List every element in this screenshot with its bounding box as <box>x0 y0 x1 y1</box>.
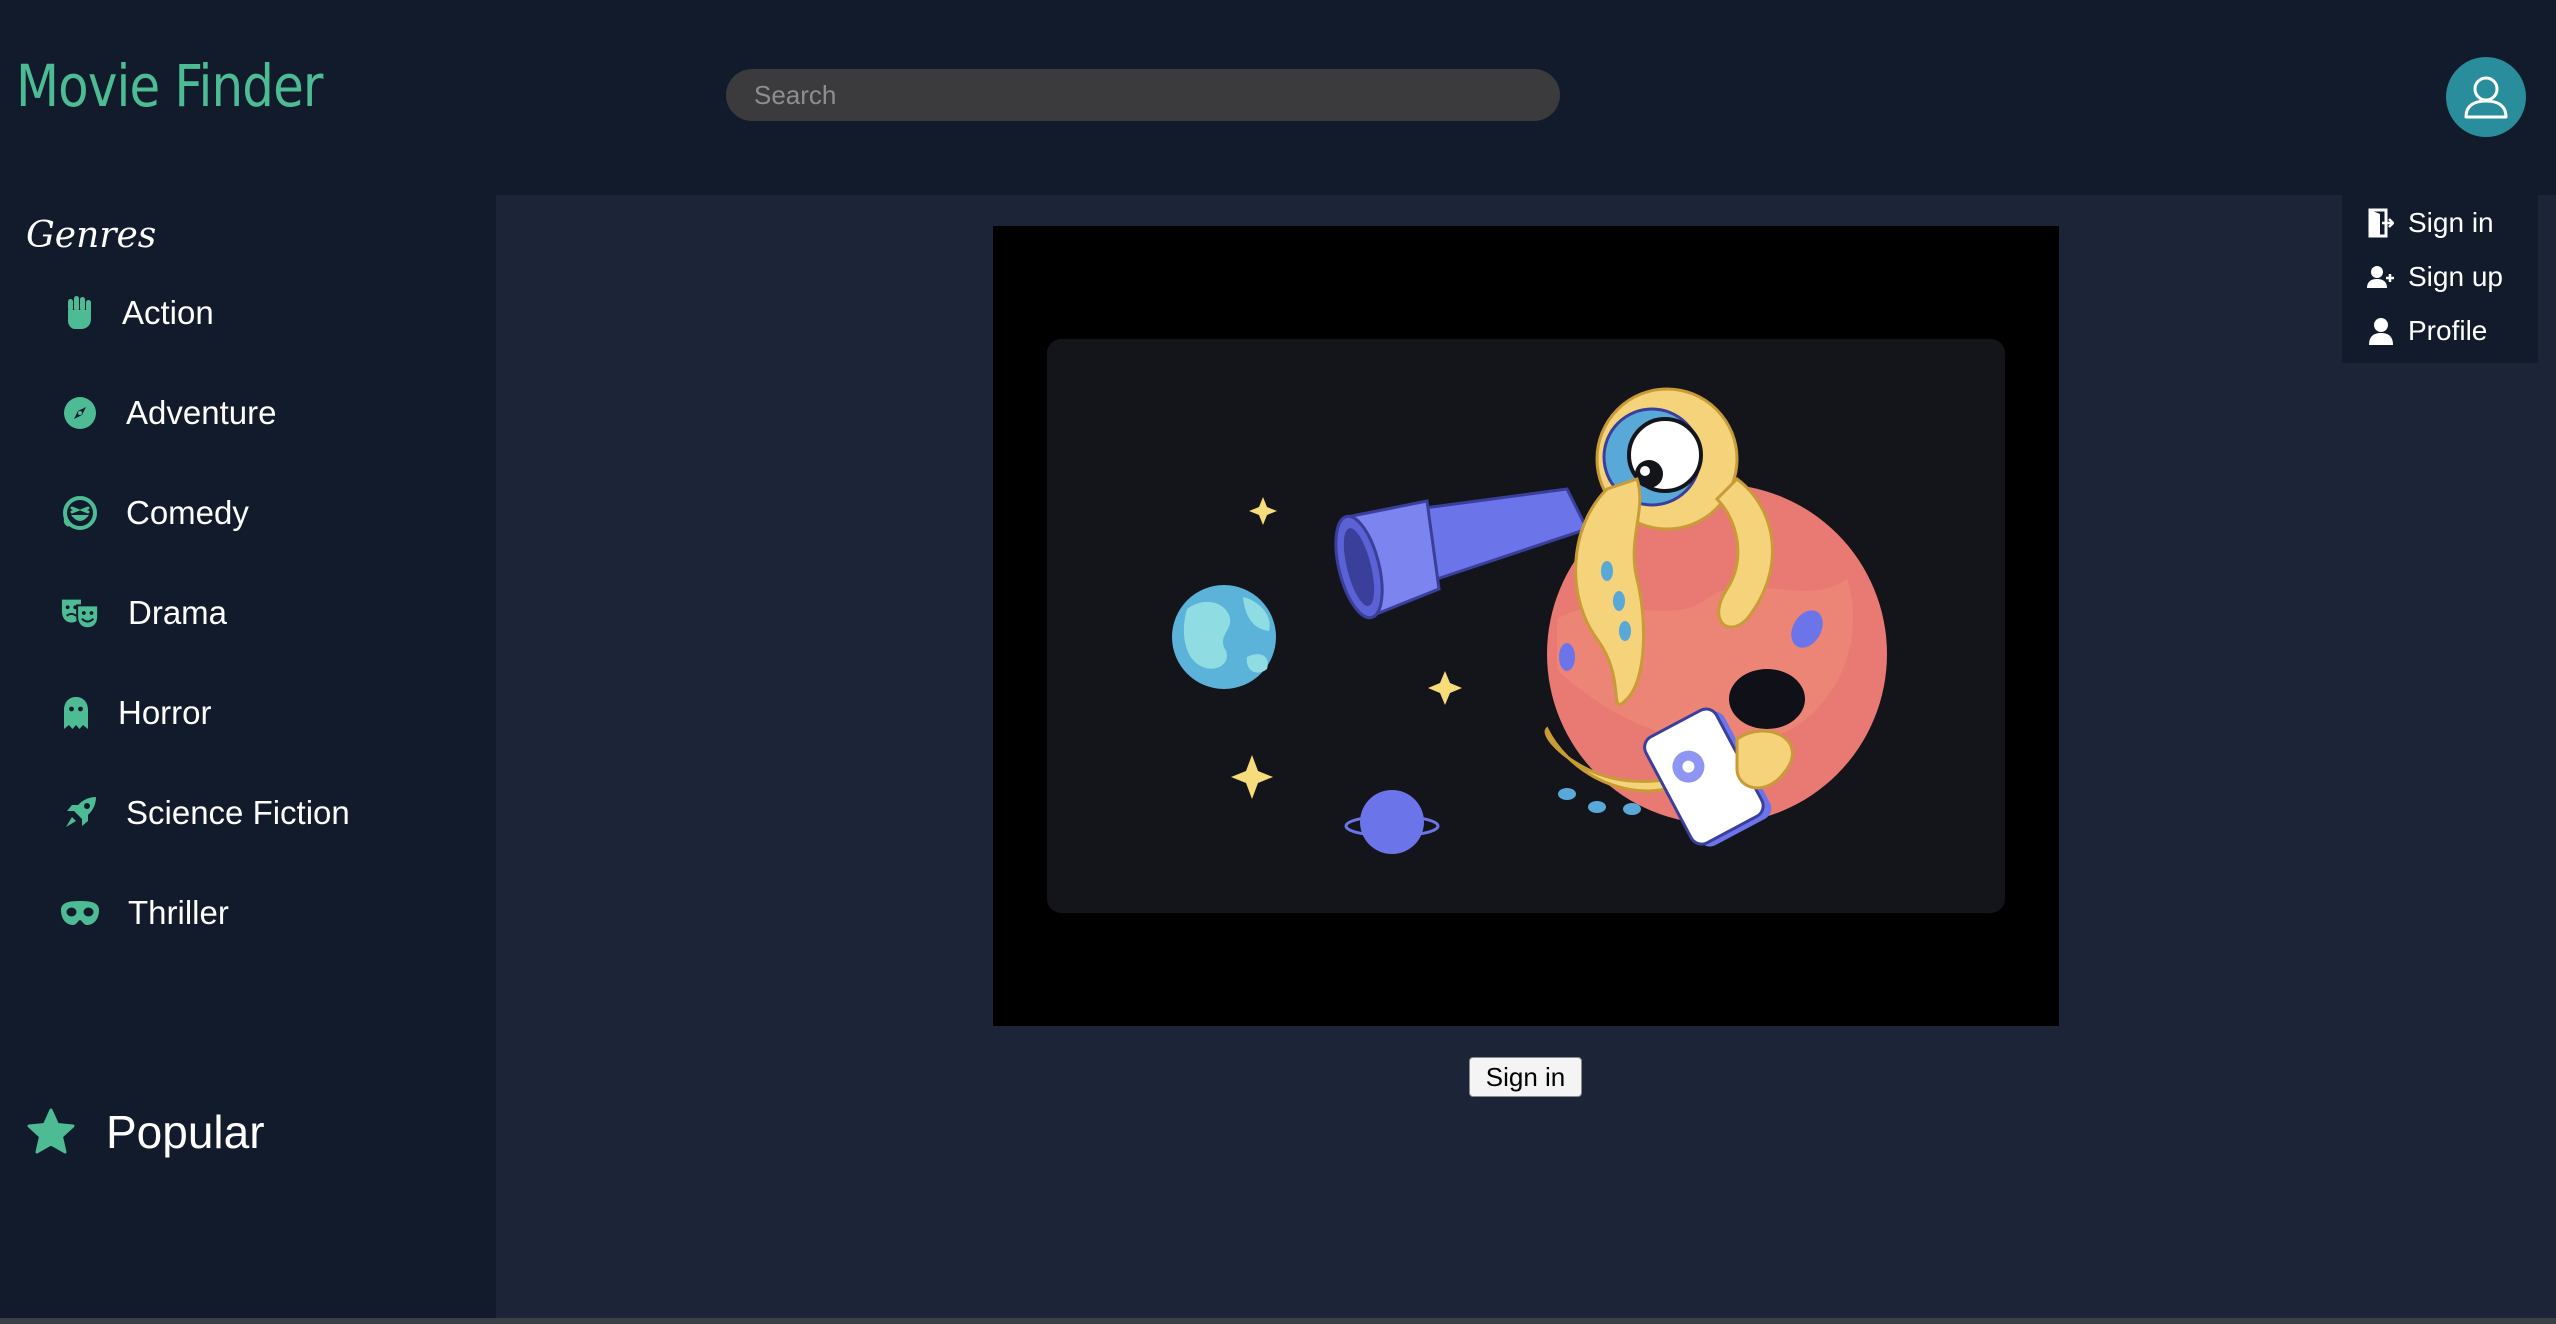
popular-label: Popular <box>106 1106 265 1158</box>
genre-item-horror[interactable]: Horror <box>56 693 212 733</box>
genre-sidebar: Genres Action Adventure Comedy Drama Hor… <box>0 195 496 1320</box>
illustration-frame <box>993 226 2059 1026</box>
user-avatar-icon <box>2464 76 2508 119</box>
user-dropdown-menu: Sign in Sign up Profile <box>2342 195 2538 363</box>
genre-label: Horror <box>118 694 212 731</box>
menu-item-label: Sign up <box>2408 261 2503 292</box>
mask-icon <box>60 893 100 933</box>
menu-item-profile[interactable]: Profile <box>2366 315 2487 347</box>
laughing-face-icon <box>60 493 100 533</box>
genre-label: Drama <box>128 594 228 631</box>
genre-label: Comedy <box>126 494 249 531</box>
theater-masks-icon <box>60 593 100 633</box>
genre-label: Thriller <box>128 894 229 931</box>
genre-item-comedy[interactable]: Comedy <box>60 493 249 533</box>
menu-item-label: Profile <box>2408 315 2488 346</box>
top-bar: Movie Finder <box>0 0 2556 195</box>
menu-item-sign-up[interactable]: Sign up <box>2366 261 2503 293</box>
window-bottom-edge <box>0 1318 2556 1324</box>
genre-item-drama[interactable]: Drama <box>60 593 227 633</box>
compass-icon <box>60 393 100 433</box>
sign-in-door-icon <box>2366 208 2396 238</box>
user-icon <box>2366 316 2396 346</box>
popular-link[interactable]: Popular <box>26 1105 265 1159</box>
genre-item-action[interactable]: Action <box>60 293 214 333</box>
genre-item-adventure[interactable]: Adventure <box>60 393 276 433</box>
genres-heading: Genres <box>26 215 157 256</box>
menu-item-label: Sign in <box>2408 207 2494 238</box>
genre-label: Action <box>122 294 214 331</box>
rocket-icon <box>60 793 100 833</box>
menu-item-sign-in[interactable]: Sign in <box>2366 207 2494 239</box>
fist-icon <box>60 293 100 333</box>
ghost-icon <box>56 693 96 733</box>
user-plus-icon <box>2366 262 2396 292</box>
genre-label: Adventure <box>126 394 277 431</box>
user-avatar-button[interactable] <box>2446 57 2526 137</box>
star-icon <box>26 1108 76 1156</box>
genre-item-thriller[interactable]: Thriller <box>60 893 229 933</box>
octopus-telescope-illustration <box>1047 339 2005 913</box>
sign-in-button[interactable]: Sign in <box>1469 1057 1582 1097</box>
genre-item-science-fiction[interactable]: Science Fiction <box>60 793 350 833</box>
search-input[interactable] <box>726 69 1560 121</box>
app-title[interactable]: Movie Finder <box>16 52 323 120</box>
genre-label: Science Fiction <box>126 794 350 831</box>
